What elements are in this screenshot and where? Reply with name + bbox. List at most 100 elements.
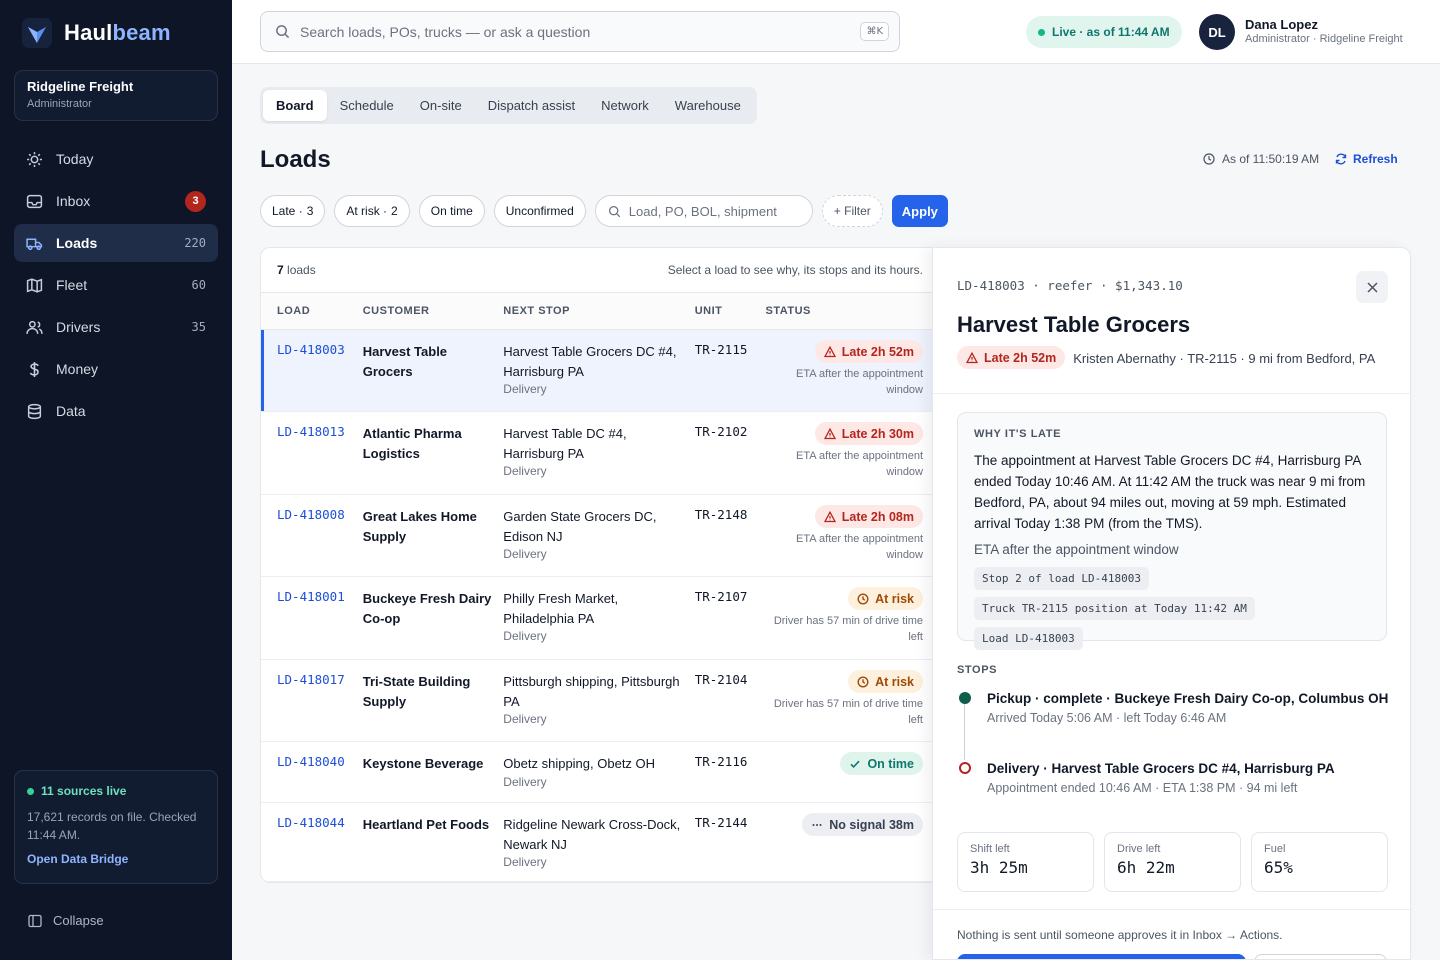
load-id-link[interactable]: LD-418013 bbox=[277, 424, 345, 439]
table-row[interactable]: LD-418013 Atlantic Pharma Logistics Harves… bbox=[261, 412, 939, 495]
filter-chip-unconfirmed[interactable]: Unconfirmed bbox=[493, 195, 586, 227]
stops-label: STOPS bbox=[957, 664, 998, 676]
metric-label: Fuel bbox=[1264, 843, 1286, 855]
open-data-bridge-link[interactable]: Open Data Bridge bbox=[27, 852, 205, 866]
filter-bar: Late ·3 At risk ·2 On time Unconfirmed +… bbox=[260, 195, 948, 227]
nav-item-fleet[interactable]: Fleet 60 bbox=[14, 266, 218, 304]
next-stop-location: Harvest Table DC #4, Harrisburg PA bbox=[503, 426, 627, 461]
table-row[interactable]: LD-418044 Heartland Pet Foods Ridgeline Ne… bbox=[261, 803, 939, 882]
driver-truck-location: Kristen Abernathy · TR-2115 · 9 mi from … bbox=[1073, 351, 1376, 366]
secondary-action-button[interactable] bbox=[1254, 954, 1387, 959]
close-panel-button[interactable] bbox=[1356, 271, 1388, 303]
nav-item-data[interactable]: Data bbox=[14, 392, 218, 430]
user-avatar[interactable]: DL bbox=[1199, 14, 1235, 50]
filter-chip-at-risk[interactable]: At risk · 2 bbox=[334, 195, 410, 227]
stop-type: Delivery bbox=[503, 382, 547, 396]
stop-pending-marker bbox=[959, 762, 971, 774]
sidebar: Haulbeam Ridgeline Freight Administrator… bbox=[0, 0, 232, 960]
column-header-unit[interactable]: UNIT bbox=[695, 305, 766, 317]
user-name[interactable]: Dana Lopez bbox=[1245, 17, 1318, 32]
clock-alert-icon bbox=[857, 592, 869, 605]
map-icon bbox=[26, 277, 43, 294]
load-detail-panel: LD-418003 · reefer · $1,343.10 Harvest T… bbox=[932, 247, 1411, 960]
brand[interactable]: Haulbeam bbox=[22, 18, 171, 48]
column-header-next-stop[interactable]: NEXT STOP bbox=[503, 305, 694, 317]
nav-label: Loads bbox=[56, 235, 98, 251]
inbox-icon bbox=[26, 193, 43, 210]
stop-item-pickup[interactable]: Pickup · complete · Buckeye Fresh Dairy … bbox=[957, 688, 1397, 725]
org-switcher[interactable]: Ridgeline Freight Administrator bbox=[14, 70, 218, 121]
load-search-input[interactable] bbox=[628, 203, 799, 219]
nav-item-today[interactable]: Today bbox=[14, 140, 218, 178]
search-icon bbox=[276, 25, 290, 39]
nav-item-money[interactable]: Money bbox=[14, 350, 218, 388]
evidence-chip[interactable]: Load LD-418003 bbox=[974, 627, 1083, 650]
tab-network[interactable]: Network bbox=[588, 90, 662, 121]
load-id-link[interactable]: LD-418003 bbox=[277, 342, 345, 357]
load-id-link[interactable]: LD-418008 bbox=[277, 507, 345, 522]
search-shortcut: ⌘K bbox=[860, 22, 889, 41]
load-id-link[interactable]: LD-418040 bbox=[277, 754, 345, 769]
evidence-chip[interactable]: Stop 2 of load LD-418003 bbox=[974, 567, 1149, 590]
collapse-sidebar-button[interactable]: Collapse bbox=[28, 913, 104, 928]
table-hint: Select a load to see why, its stops and … bbox=[667, 263, 923, 277]
nav-item-inbox[interactable]: Inbox 3 bbox=[14, 182, 218, 220]
load-id-link[interactable]: LD-418017 bbox=[277, 672, 345, 687]
status-badge: Late 2h 52m bbox=[957, 346, 1066, 369]
load-meta: LD-418003 · reefer · $1,343.10 bbox=[957, 278, 1183, 293]
metric-label: Drive left bbox=[1117, 843, 1161, 855]
nav-item-drivers[interactable]: Drivers 35 bbox=[14, 308, 218, 346]
stop-item-delivery[interactable]: Delivery · Harvest Table Grocers DC #4, … bbox=[957, 758, 1397, 795]
nav-label: Drivers bbox=[56, 319, 101, 335]
tab-warehouse[interactable]: Warehouse bbox=[662, 90, 754, 121]
add-filter-button[interactable]: + Filter bbox=[821, 195, 883, 227]
table-row[interactable]: LD-418008 Great Lakes Home Supply Garden S… bbox=[261, 495, 939, 577]
warning-icon bbox=[823, 427, 836, 439]
refresh-button[interactable]: Refresh bbox=[1335, 152, 1398, 166]
load-search[interactable] bbox=[594, 195, 813, 227]
unit-id: TR-2107 bbox=[694, 589, 748, 604]
evidence-references: Stop 2 of load LD-418003 Truck TR-2115 p… bbox=[974, 567, 1370, 650]
load-id-link[interactable]: LD-418044 bbox=[277, 815, 345, 830]
status-note: Driver has 57 min of drive time left bbox=[773, 698, 923, 726]
nav-item-loads[interactable]: Loads 220 bbox=[14, 224, 218, 262]
unit-id: TR-2144 bbox=[694, 815, 748, 830]
nav-count: 60 bbox=[191, 278, 206, 292]
table-row[interactable]: LD-418003 Harvest Table Grocers Harvest Ta… bbox=[261, 330, 939, 412]
primary-action-button[interactable] bbox=[957, 954, 1246, 959]
table-row[interactable]: LD-418017 Tri-State Building Supply Pittsb… bbox=[261, 660, 939, 742]
status-badge: At risk bbox=[848, 670, 923, 693]
global-search[interactable]: ⌘K bbox=[260, 11, 900, 52]
search-icon bbox=[608, 205, 621, 217]
topbar: ⌘K Live · as of 11:44 AM DL Dana Lopez A… bbox=[232, 0, 1440, 64]
status-note: ETA after the appointment window bbox=[796, 533, 923, 561]
warning-icon bbox=[823, 510, 836, 522]
evidence-chip[interactable]: Truck TR-2115 position at Today 11:42 AM bbox=[974, 597, 1255, 620]
table-row[interactable]: LD-418040 Keystone Beverage Obetz shipping… bbox=[261, 742, 939, 803]
warning-icon bbox=[966, 351, 978, 363]
filter-chip-on-time[interactable]: On time bbox=[418, 195, 485, 227]
inbox-badge: 3 bbox=[185, 190, 206, 212]
column-header-customer[interactable]: CUSTOMER bbox=[363, 305, 504, 317]
status-note: ETA after the appointment window bbox=[796, 368, 923, 396]
stop-type: Delivery bbox=[503, 774, 547, 789]
tab-schedule[interactable]: Schedule bbox=[327, 90, 407, 121]
page-title: Loads bbox=[260, 146, 331, 173]
unit-id: TR-2148 bbox=[694, 507, 748, 522]
warning-icon bbox=[823, 345, 836, 357]
tab-board[interactable]: Board bbox=[263, 90, 327, 121]
metric-fuel: Fuel 65% bbox=[1251, 832, 1388, 892]
tab-on-site[interactable]: On-site bbox=[407, 90, 475, 121]
next-stop-location: Garden State Grocers DC, Edison NJ bbox=[503, 509, 657, 544]
table-row[interactable]: LD-418001 Buckeye Fresh Dairy Co-op Philly… bbox=[261, 577, 939, 660]
loads-table: 7 loads Select a load to see why, its st… bbox=[260, 247, 940, 883]
column-header-status[interactable]: STATUS bbox=[765, 305, 939, 317]
apply-button[interactable]: Apply bbox=[891, 195, 948, 227]
divider bbox=[933, 393, 1410, 394]
column-header-load[interactable]: LOAD bbox=[261, 305, 363, 317]
global-search-input[interactable] bbox=[300, 23, 861, 40]
load-id-link[interactable]: LD-418001 bbox=[277, 589, 345, 604]
next-stop-location: Pittsburgh shipping, Pittsburgh PA bbox=[503, 674, 680, 709]
filter-chip-late[interactable]: Late · 3 bbox=[260, 195, 326, 227]
tab-dispatch-assist[interactable]: Dispatch assist bbox=[475, 90, 588, 121]
